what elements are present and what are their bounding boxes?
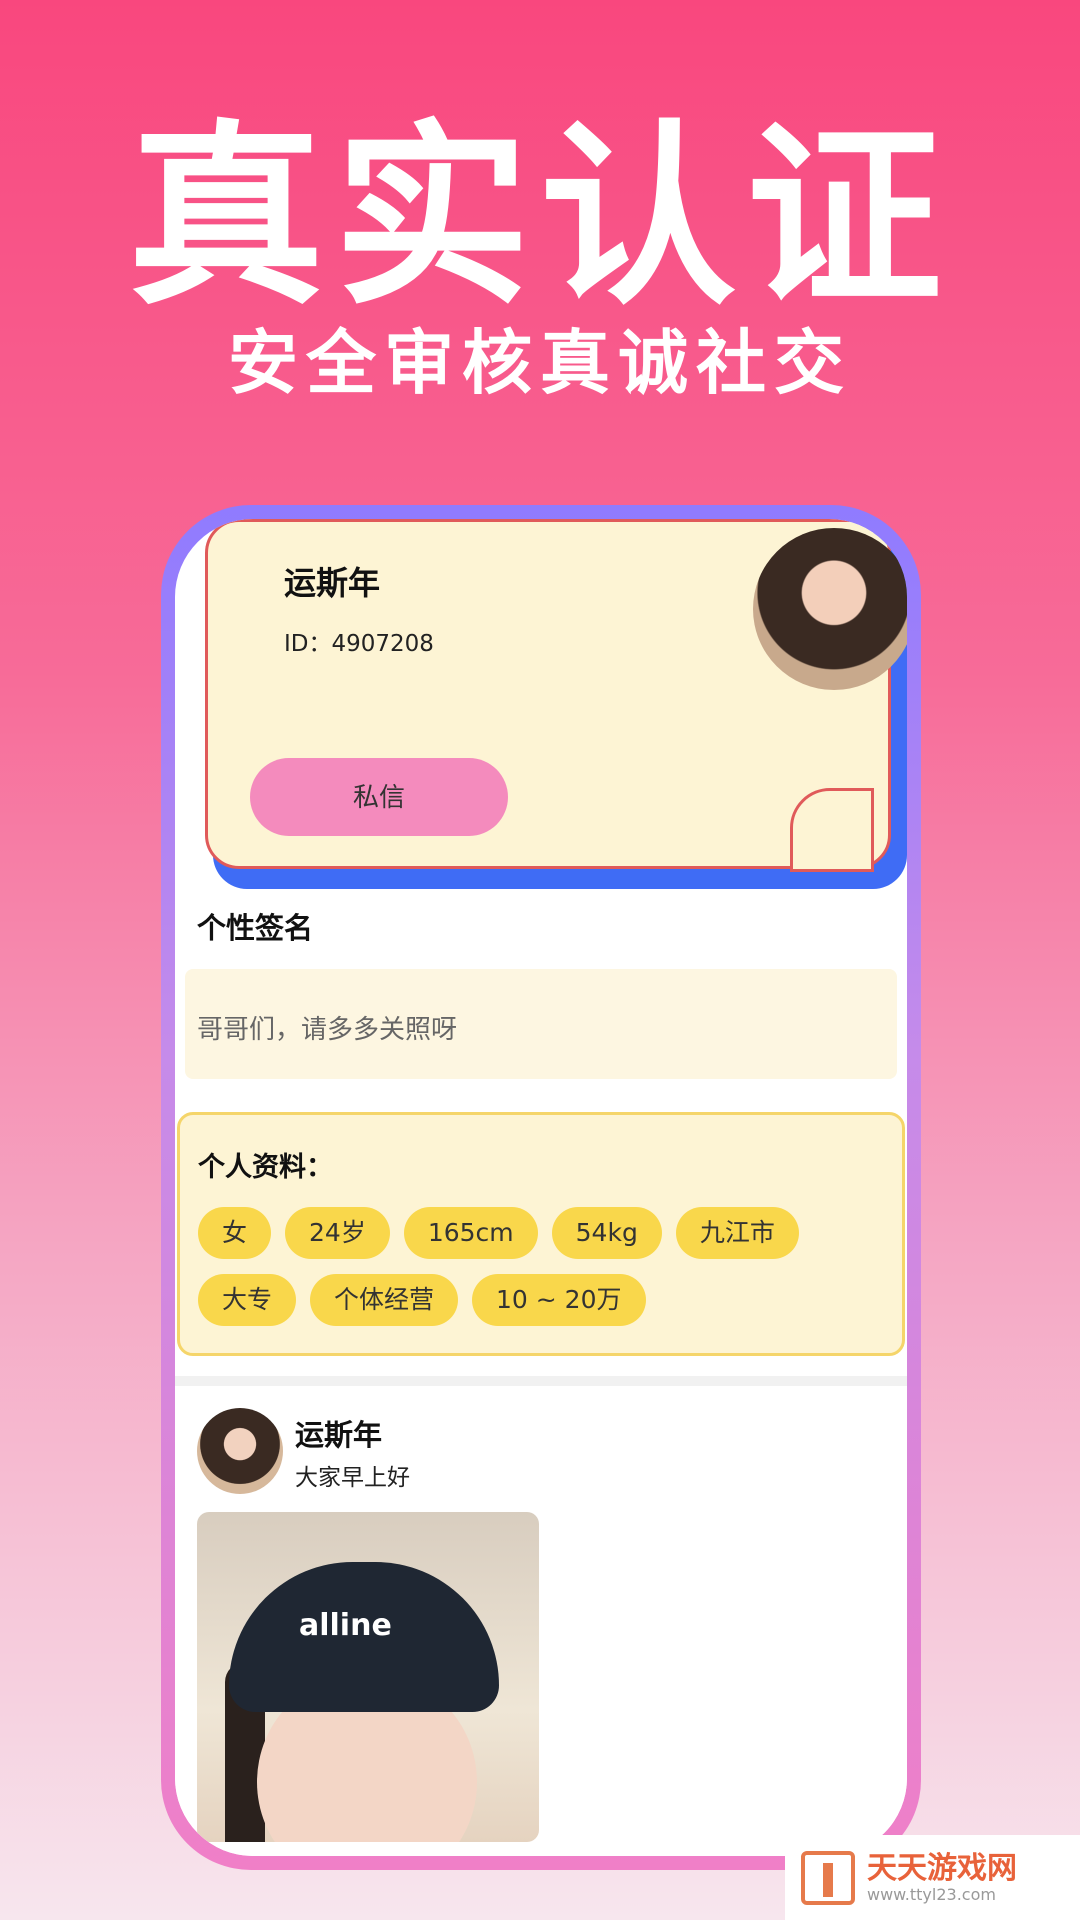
tag-income: 10 ~ 20万	[472, 1274, 646, 1326]
site-logo-icon	[801, 1850, 855, 1905]
personal-info-tags: 女 24岁 165cm 54kg 九江市 大专 个体经营 10 ~ 20万	[198, 1207, 858, 1326]
tag-gender: 女	[198, 1207, 272, 1259]
watermark-url: www.ttyl23.com	[867, 1884, 996, 1904]
profile-avatar[interactable]	[753, 528, 907, 690]
feed-post[interactable]: 运斯年 大家早上好 alline	[175, 1376, 907, 1856]
personal-info-title: 个人资料：	[198, 1152, 333, 1183]
post-text: 大家早上好	[295, 1465, 410, 1491]
card-fold-corner	[790, 788, 874, 872]
phone-frame: 运斯年 ID：4907208 私信 个性签名 哥哥们，请多多关照呀 个人资料： …	[161, 505, 921, 1870]
post-photo[interactable]: alline	[197, 1512, 539, 1842]
watermark-title: 天天游戏网	[867, 1850, 1017, 1886]
tag-education: 大专	[198, 1274, 297, 1326]
profile-id: ID：4907208	[284, 631, 434, 657]
cap-shape: alline	[229, 1562, 499, 1712]
profile-screen: 运斯年 ID：4907208 私信 个性签名 哥哥们，请多多关照呀 个人资料： …	[175, 519, 907, 1856]
post-avatar[interactable]	[197, 1408, 283, 1494]
hero-title: 真实认证	[127, 104, 952, 332]
signature-text: 哥哥们，请多多关照呀	[197, 1015, 458, 1045]
tag-age: 24岁	[285, 1207, 390, 1259]
profile-name: 运斯年	[284, 564, 381, 602]
tag-height: 165cm	[403, 1207, 538, 1259]
profile-card: 运斯年 ID：4907208 私信	[205, 519, 907, 872]
tag-occupation: 个体经营	[310, 1274, 459, 1326]
cap-logo: alline	[299, 1608, 392, 1643]
private-message-button[interactable]: 私信	[250, 758, 508, 836]
site-watermark: 天天游戏网 www.ttyl23.com	[785, 1835, 1080, 1920]
tag-city: 九江市	[675, 1207, 799, 1259]
signature-title: 个性签名	[197, 911, 314, 945]
hero-subtitle: 安全审核真诚社交	[228, 322, 852, 404]
signature-box: 哥哥们，请多多关照呀	[185, 969, 897, 1079]
personal-info-section: 个人资料： 女 24岁 165cm 54kg 九江市 大专 个体经营 10 ~ …	[177, 1112, 905, 1356]
post-author-name: 运斯年	[295, 1418, 383, 1452]
tag-weight: 54kg	[551, 1207, 662, 1259]
